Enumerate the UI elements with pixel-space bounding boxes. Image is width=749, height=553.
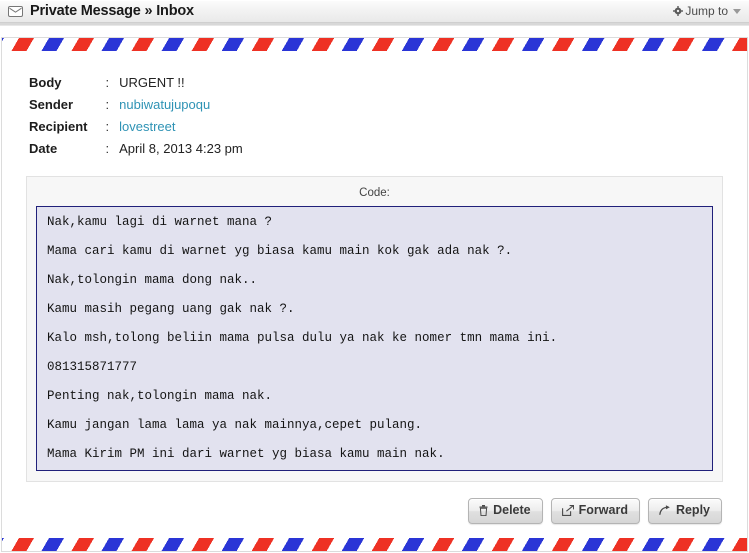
jump-to-label: Jump to (685, 4, 728, 18)
recipient-link[interactable]: lovestreet (119, 119, 175, 134)
code-caption: Code: (359, 187, 390, 199)
reply-arrow-icon (659, 505, 671, 516)
envelope-icon (8, 5, 23, 17)
table-row: Date : April 8, 2013 4:23 pm (29, 138, 243, 160)
message-body-area: Body : URGENT !! Sender : nubiwatujupoqu… (2, 51, 747, 538)
share-forward-icon (561, 505, 574, 516)
field-label-body: Body (29, 75, 62, 90)
code-block-container: Code: Nak,kamu lagi di warnet mana ? Mam… (26, 176, 723, 482)
reply-button-label: Reply (675, 503, 710, 517)
field-colon-recipient: : (105, 119, 110, 134)
chevron-down-icon (733, 8, 741, 14)
airmail-stripe-bottom (2, 538, 747, 551)
jump-to-menu[interactable]: Jump to (673, 4, 741, 18)
code-line: Mama Kirim PM ini dari warnet yg biasa k… (47, 447, 445, 461)
field-value-recipient: lovestreet (119, 116, 243, 138)
forward-button[interactable]: Forward (550, 498, 640, 524)
delete-button[interactable]: Delete (468, 498, 543, 524)
field-value-sender: nubiwatujupoqu (119, 94, 243, 116)
field-value-date: April 8, 2013 4:23 pm (119, 141, 243, 156)
code-block-content: Nak,kamu lagi di warnet mana ? Mama cari… (36, 206, 713, 471)
code-line: Nak,tolongin mama dong nak.. (47, 273, 258, 287)
table-row: Sender : nubiwatujupoqu (29, 94, 243, 116)
field-label-recipient: Recipient (29, 119, 88, 134)
message-action-buttons: Delete Forward Reply (24, 498, 722, 524)
field-colon-sender: : (105, 97, 110, 112)
sender-link[interactable]: nubiwatujupoqu (119, 97, 210, 112)
code-line: Kalo msh,tolong beliin mama pulsa dulu y… (47, 331, 558, 345)
field-value-body: URGENT !! (119, 75, 185, 90)
field-colon-body: : (105, 75, 110, 90)
page-title-separator: » (144, 3, 153, 19)
header-divider (0, 23, 749, 26)
forward-button-label: Forward (578, 503, 628, 517)
delete-button-label: Delete (493, 503, 531, 517)
page-title-section: Inbox (156, 3, 194, 19)
message-meta-table: Body : URGENT !! Sender : nubiwatujupoqu… (29, 72, 243, 160)
page-title-main: Private Message (30, 3, 141, 19)
code-line: Mama cari kamu di warnet yg biasa kamu m… (47, 244, 513, 258)
page-title: Private Message » Inbox (30, 3, 194, 19)
header-title-group: Private Message » Inbox (8, 3, 194, 19)
airmail-stripe-top (2, 38, 747, 51)
reply-button[interactable]: Reply (647, 498, 722, 524)
page-header: Private Message » Inbox Jump to (0, 0, 749, 23)
field-label-date: Date (29, 141, 58, 156)
code-line: Kamu jangan lama lama ya nak mainnya,cep… (47, 418, 423, 432)
trash-icon (479, 505, 488, 516)
code-line: 081315871777 (47, 360, 138, 374)
table-row: Body : URGENT !! (29, 72, 243, 94)
field-colon-date: : (105, 141, 110, 156)
code-line: Nak,kamu lagi di warnet mana ? (47, 215, 273, 229)
table-row: Recipient : lovestreet (29, 116, 243, 138)
field-label-sender: Sender (29, 97, 74, 112)
message-envelope-panel: Body : URGENT !! Sender : nubiwatujupoqu… (1, 37, 748, 552)
gear-icon (673, 6, 684, 16)
code-line: Penting nak,tolongin mama nak. (47, 389, 273, 403)
code-line: Kamu masih pegang uang gak nak ?. (47, 302, 295, 316)
